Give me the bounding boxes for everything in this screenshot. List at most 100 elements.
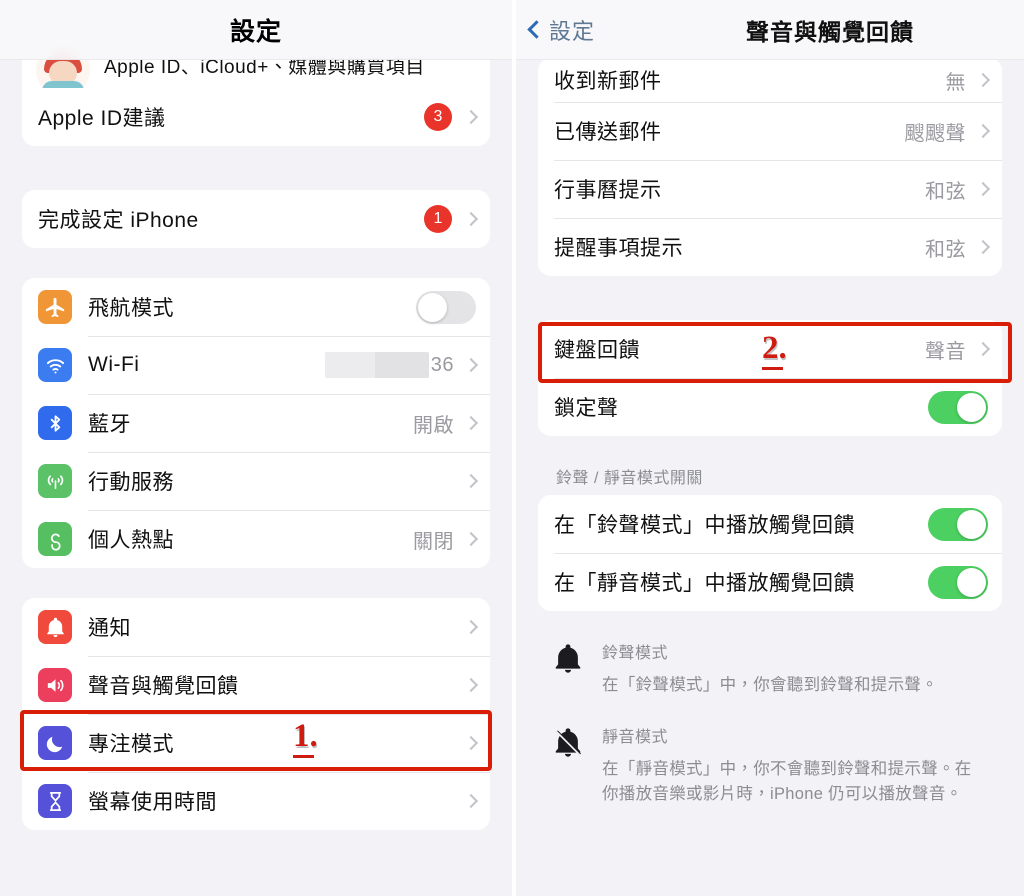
chevron-right-icon xyxy=(463,211,479,227)
row-value: 颼颼聲 xyxy=(904,122,966,145)
bell-slash-icon xyxy=(552,723,586,808)
hourglass-icon xyxy=(38,784,72,818)
chevron-right-icon xyxy=(463,619,479,635)
footer-ring-mode: 鈴聲模式 在「鈴聲模式」中，你會聽到鈴聲和提示聲。 xyxy=(538,629,1002,699)
row-apple-id-suggestions[interactable]: Apple ID建議 3 xyxy=(22,88,490,146)
row-cellular[interactable]: 行動服務 xyxy=(22,452,490,510)
bell-filled-icon xyxy=(552,639,586,699)
row-label: 已傳送郵件 xyxy=(554,121,662,144)
chevron-right-icon xyxy=(975,123,991,139)
chevron-right-icon xyxy=(463,793,479,809)
chevron-right-icon xyxy=(463,357,479,373)
footer-description: 在「鈴聲模式」中，你會聽到鈴聲和提示聲。 xyxy=(602,676,938,694)
page-title: 聲音與觸覺回饋 xyxy=(746,18,914,45)
row-label: Apple ID建議 xyxy=(38,107,166,130)
chevron-right-icon xyxy=(463,531,479,547)
row-bluetooth[interactable]: 藍牙 開啟 xyxy=(22,394,490,452)
bluetooth-icon xyxy=(38,406,72,440)
row-calendar-alerts[interactable]: 行事曆提示 和弦 xyxy=(538,160,1002,218)
chevron-right-icon xyxy=(463,415,479,431)
chevron-right-icon xyxy=(975,181,991,197)
system-card: 通知 聲音與觸覺回饋 專注模式 螢幕使用時間 xyxy=(22,598,490,830)
wifi-network-redaction xyxy=(324,352,429,378)
row-haptics-in-ring-mode[interactable]: 在「鈴聲模式」中播放觸覺回饋 xyxy=(538,495,1002,553)
row-label: 鎖定聲 xyxy=(554,397,619,420)
row-label: 完成設定 iPhone xyxy=(38,209,199,232)
row-value: 和弦 xyxy=(925,238,966,261)
left-phone-screen: 設定 Apple ID、iCloud+、媒體與購買項目 Apple ID建議 3 xyxy=(0,0,512,896)
chevron-right-icon xyxy=(975,239,991,255)
right-scroll-content[interactable]: 收到新郵件 無 已傳送郵件 颼颼聲 行事曆提示 和弦 提醒事項提示 和弦 鍵盤回… xyxy=(516,0,1024,896)
chevron-right-icon xyxy=(463,735,479,751)
footer-title: 靜音模式 xyxy=(602,728,669,746)
row-new-mail[interactable]: 收到新郵件 無 xyxy=(538,58,1002,102)
cellular-icon xyxy=(38,464,72,498)
row-label: 提醒事項提示 xyxy=(554,237,683,260)
silent-mode-haptics-toggle[interactable] xyxy=(928,565,988,599)
setup-card: 完成設定 iPhone 1 xyxy=(22,190,490,248)
row-label: 在「靜音模式」中播放觸覺回饋 xyxy=(554,572,855,595)
step-number-1: 1. xyxy=(293,718,318,758)
right-navbar: 設定 聲音與觸覺回饋 xyxy=(516,0,1024,60)
wifi-icon xyxy=(38,348,72,382)
left-scroll-content[interactable]: Apple ID、iCloud+、媒體與購買項目 Apple ID建議 3 完成… xyxy=(0,0,512,896)
right-phone-screen: 設定 聲音與觸覺回饋 收到新郵件 無 已傳送郵件 颼颼聲 行事曆提示 和弦 提醒… xyxy=(512,0,1024,896)
row-value: 聲音 xyxy=(925,340,966,363)
ringer-section-header: 鈴聲 / 靜音模式開關 xyxy=(556,470,703,487)
chevron-right-icon xyxy=(975,341,991,357)
row-lock-sound[interactable]: 鎖定聲 xyxy=(538,378,1002,436)
row-label: 行事曆提示 xyxy=(554,179,662,202)
sounds-card: 收到新郵件 無 已傳送郵件 颼颼聲 行事曆提示 和弦 提醒事項提示 和弦 xyxy=(538,58,1002,276)
row-finish-setup[interactable]: 完成設定 iPhone 1 xyxy=(22,190,490,248)
row-label: 聲音與觸覺回饋 xyxy=(88,675,239,698)
row-value: 和弦 xyxy=(925,180,966,203)
chevron-right-icon xyxy=(463,473,479,489)
footer-description: 在「靜音模式」中，你不會聽到鈴聲和提示聲。在你播放音樂或影片時，iPhone 仍… xyxy=(602,759,972,804)
row-label: 飛航模式 xyxy=(88,297,174,320)
row-label: 收到新郵件 xyxy=(554,70,662,93)
row-label: 螢幕使用時間 xyxy=(88,791,217,814)
bell-icon xyxy=(38,610,72,644)
airplane-mode-toggle[interactable] xyxy=(416,290,476,324)
hotspot-icon xyxy=(38,522,72,556)
sidebar-item-sounds-and-haptics[interactable]: 聲音與觸覺回饋 xyxy=(22,656,490,714)
row-label: 通知 xyxy=(88,617,131,640)
footer-silent-mode: 靜音模式 在「靜音模式」中，你不會聽到鈴聲和提示聲。在你播放音樂或影片時，iPh… xyxy=(538,713,1002,808)
row-notifications[interactable]: 通知 xyxy=(22,598,490,656)
status-badge: 3 xyxy=(424,103,452,131)
row-value: 關閉 xyxy=(413,530,454,553)
row-sent-mail[interactable]: 已傳送郵件 颼颼聲 xyxy=(538,102,1002,160)
moon-icon xyxy=(38,726,72,760)
page-title: 設定 xyxy=(229,17,282,46)
left-navbar: 設定 xyxy=(0,0,512,60)
row-label: 個人熱點 xyxy=(88,529,174,552)
row-wifi[interactable]: Wi-Fi 36 xyxy=(22,336,490,394)
chevron-right-icon xyxy=(463,109,479,125)
step-number-2: 2. xyxy=(762,330,787,370)
chevron-right-icon xyxy=(975,72,991,88)
row-label: 在「鈴聲模式」中播放觸覺回饋 xyxy=(554,514,855,537)
status-badge: 1 xyxy=(424,205,452,233)
row-value: 無 xyxy=(945,71,966,94)
ringer-card: 在「鈴聲模式」中播放觸覺回饋 在「靜音模式」中播放觸覺回饋 xyxy=(538,495,1002,611)
row-value: 開啟 xyxy=(413,414,454,437)
dual-screenshot-container: 設定 Apple ID、iCloud+、媒體與購買項目 Apple ID建議 3 xyxy=(0,0,1024,896)
row-personal-hotspot[interactable]: 個人熱點 關閉 xyxy=(22,510,490,568)
row-reminder-alerts[interactable]: 提醒事項提示 和弦 xyxy=(538,218,1002,276)
chevron-right-icon xyxy=(463,677,479,693)
airplane-icon xyxy=(38,290,72,324)
row-value: 36 xyxy=(430,353,454,376)
row-label: Wi-Fi xyxy=(88,353,140,376)
row-label: 藍牙 xyxy=(88,413,131,436)
ring-mode-haptics-toggle[interactable] xyxy=(928,507,988,541)
speaker-icon xyxy=(38,668,72,702)
row-focus[interactable]: 專注模式 xyxy=(22,714,490,772)
footer-title: 鈴聲模式 xyxy=(602,645,669,662)
row-airplane-mode[interactable]: 飛航模式 xyxy=(22,278,490,336)
row-haptics-in-silent-mode[interactable]: 在「靜音模式」中播放觸覺回饋 xyxy=(538,553,1002,611)
lock-sound-toggle[interactable] xyxy=(928,390,988,424)
row-label: 專注模式 xyxy=(88,733,174,756)
connectivity-card: 飛航模式 Wi-Fi 36 藍牙 開啟 行動服務 個人熱點 關閉 xyxy=(22,278,490,568)
row-screen-time[interactable]: 螢幕使用時間 xyxy=(22,772,490,830)
row-label: 鍵盤回饋 xyxy=(554,339,640,362)
